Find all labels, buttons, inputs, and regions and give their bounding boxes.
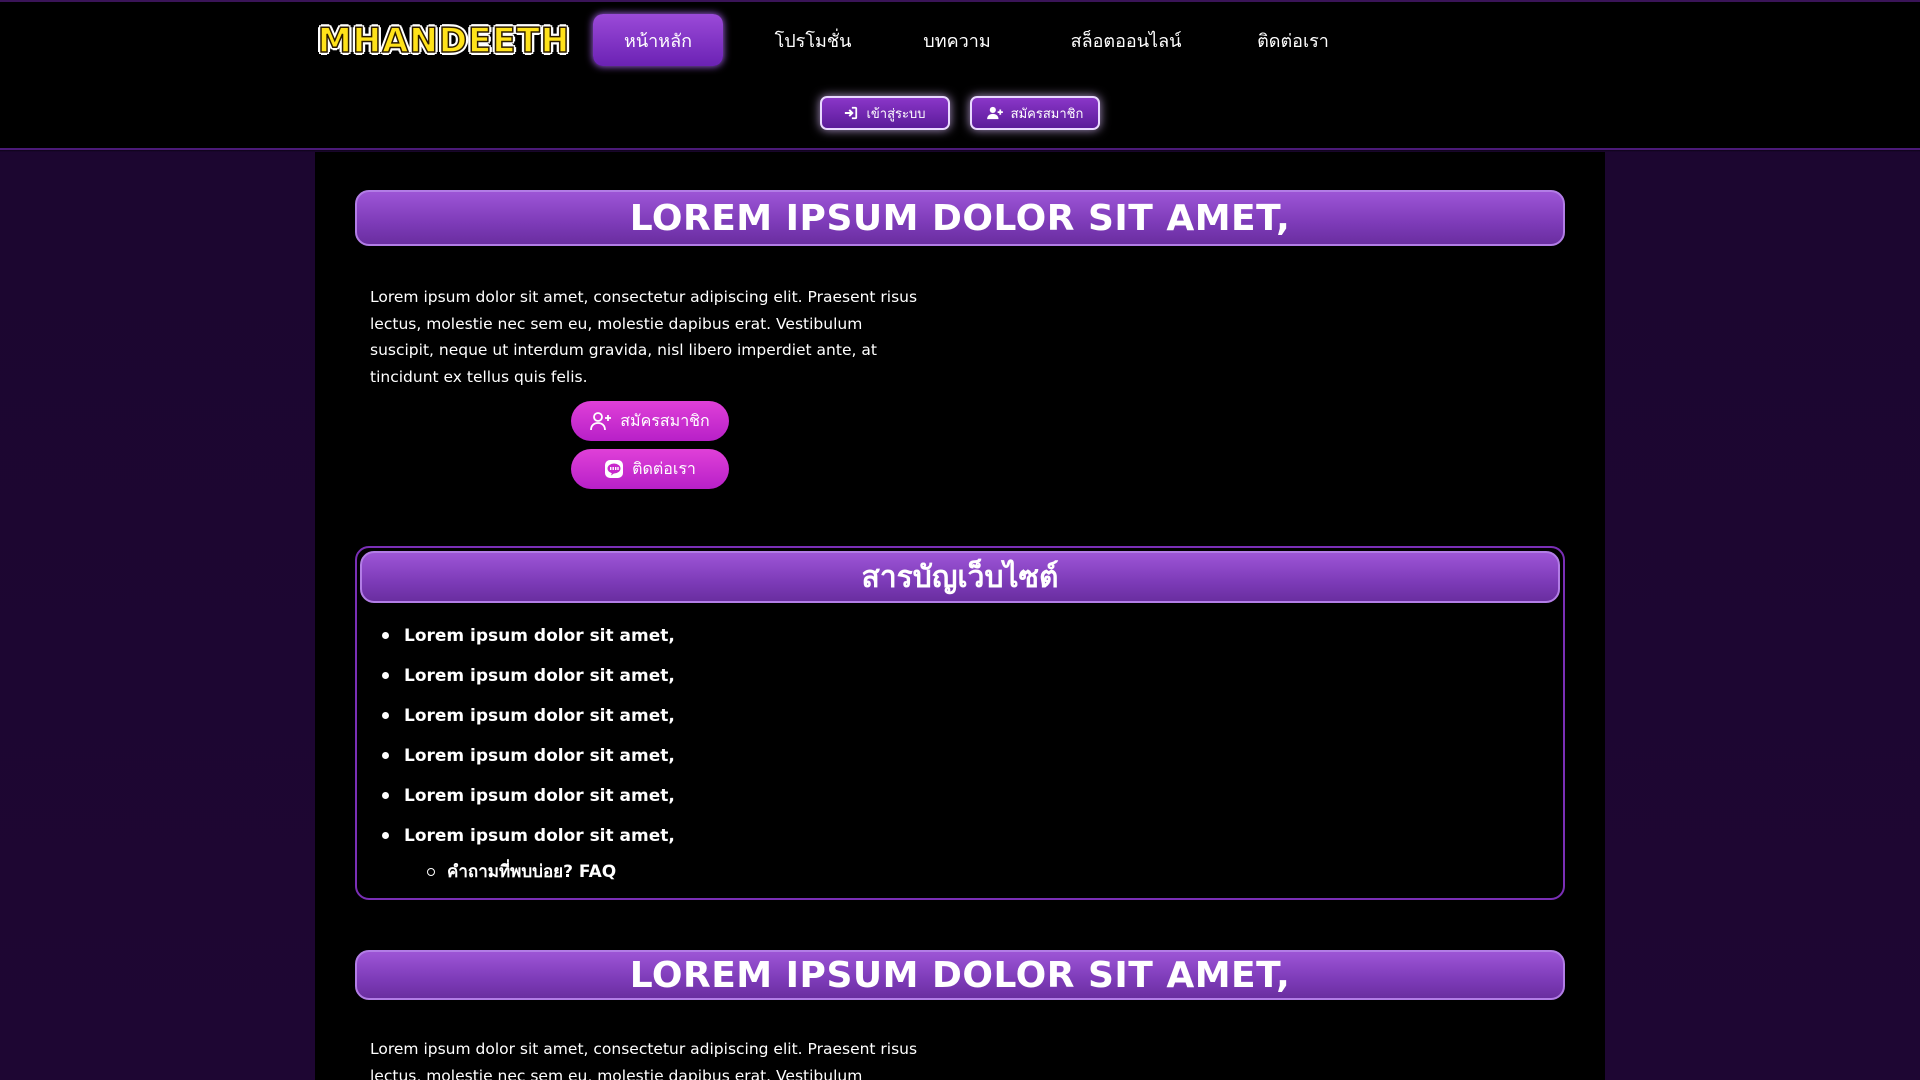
main-nav: หน้าหลัก โปรโมชั่น บทความ สล็อตออนไลน์ ต… <box>593 14 1345 66</box>
nav-item-articles[interactable]: บทความ <box>903 14 1011 66</box>
toc-item[interactable]: Lorem ipsum dolor sit amet, <box>379 656 675 696</box>
toc-heading: สารบัญเว็บไซต์ <box>360 551 1560 603</box>
contact-cta-button[interactable]: ติดต่อเรา <box>571 449 729 489</box>
page: MHANDEETH หน้าหลัก โปรโมชั่น บทความ สล็อ… <box>0 0 1920 1080</box>
site-header: MHANDEETH หน้าหลัก โปรโมชั่น บทความ สล็อ… <box>0 0 1920 150</box>
toc-list: Lorem ipsum dolor sit amet, Lorem ipsum … <box>379 616 675 856</box>
nav-item-home[interactable]: หน้าหลัก <box>593 14 723 66</box>
table-of-contents: สารบัญเว็บไซต์ Lorem ipsum dolor sit ame… <box>355 546 1565 900</box>
sign-in-icon <box>844 106 858 120</box>
register-cta-label: สมัครสมาชิก <box>620 410 710 430</box>
user-plus-outline-icon <box>590 411 612 431</box>
register-cta-button[interactable]: สมัครสมาชิก <box>571 401 729 441</box>
toc-sub-item-faq[interactable]: คำถามที่พบบ่อย? FAQ <box>427 858 616 885</box>
line-chat-icon <box>604 459 624 479</box>
site-logo[interactable]: MHANDEETH <box>317 20 570 62</box>
toc-item[interactable]: Lorem ipsum dolor sit amet, <box>379 776 675 816</box>
toc-item[interactable]: Lorem ipsum dolor sit amet, <box>379 616 675 656</box>
register-button[interactable]: สมัครสมาชิก <box>970 96 1100 130</box>
main-content: LOREM IPSUM DOLOR SIT AMET, Lorem ipsum … <box>315 152 1605 1080</box>
login-label: เข้าสู่ระบบ <box>866 106 926 122</box>
nav-item-promotions[interactable]: โปรโมชั่น <box>723 14 903 66</box>
toc-item[interactable]: Lorem ipsum dolor sit amet, <box>379 736 675 776</box>
toc-item[interactable]: Lorem ipsum dolor sit amet, <box>379 816 675 856</box>
logo-text: MHANDEETH <box>317 20 571 62</box>
section-paragraph: Lorem ipsum dolor sit amet, consectetur … <box>370 288 918 386</box>
contact-cta-label: ติดต่อเรา <box>632 458 696 478</box>
login-button[interactable]: เข้าสู่ระบบ <box>820 96 950 130</box>
section-heading-2: LOREM IPSUM DOLOR SIT AMET, <box>355 950 1565 1000</box>
toc-item[interactable]: Lorem ipsum dolor sit amet, <box>379 696 675 736</box>
section-paragraph-2: Lorem ipsum dolor sit amet, consectetur … <box>370 1040 918 1080</box>
circle-bullet-icon <box>427 867 435 876</box>
user-plus-icon <box>986 106 1003 120</box>
nav-item-online-slots[interactable]: สล็อตออนไลน์ <box>1011 14 1241 66</box>
register-label: สมัครสมาชิก <box>1010 106 1084 122</box>
nav-item-contact[interactable]: ติดต่อเรา <box>1241 14 1345 66</box>
section-heading: LOREM IPSUM DOLOR SIT AMET, <box>355 190 1565 246</box>
toc-sub-label: คำถามที่พบบ่อย? FAQ <box>447 862 617 882</box>
